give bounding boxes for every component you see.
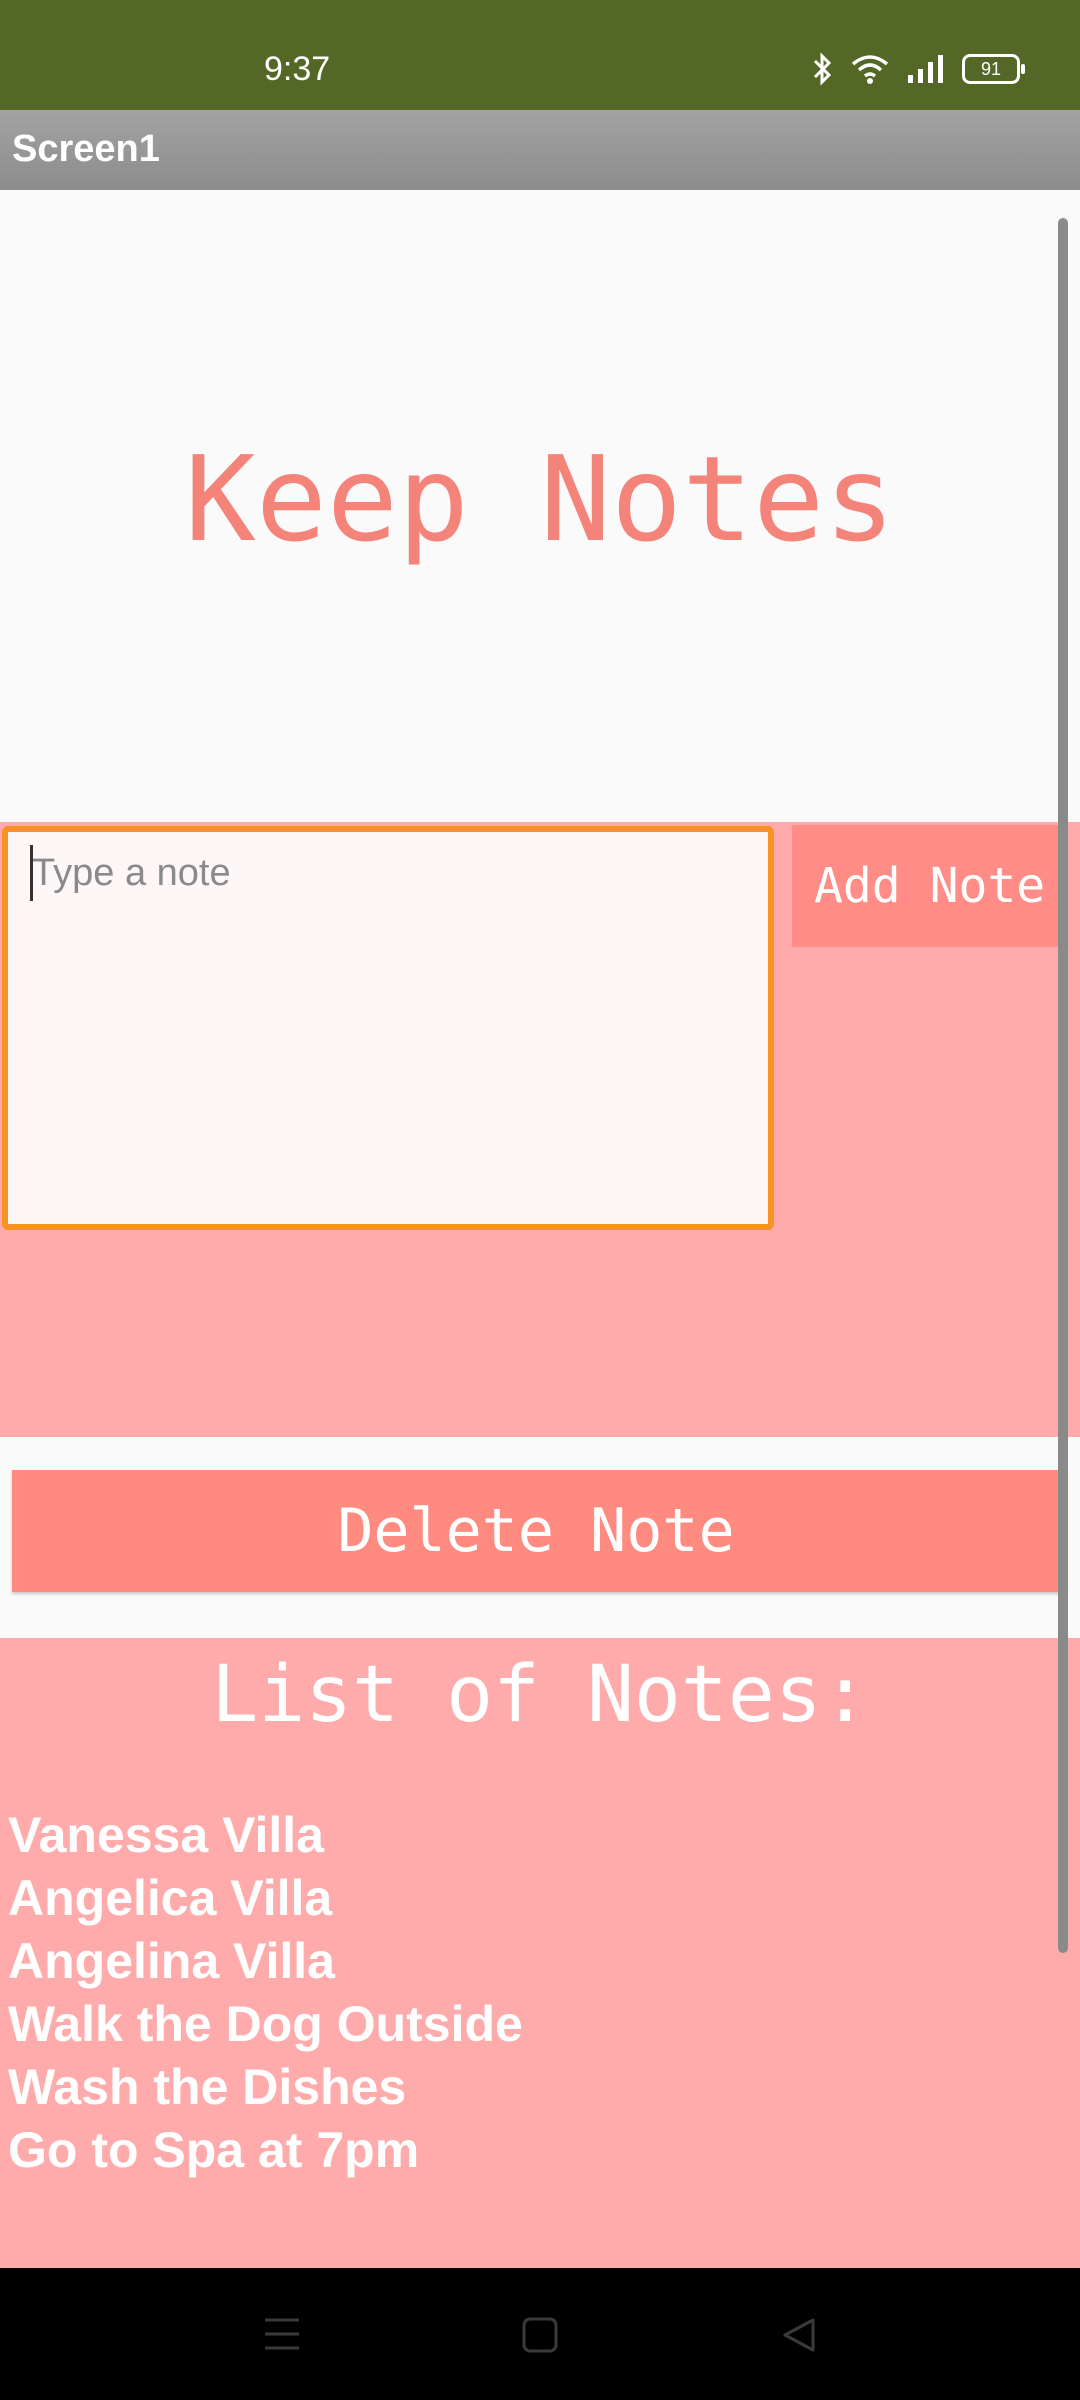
note-input[interactable] [2,826,774,1230]
add-note-button[interactable]: Add Note [792,825,1060,947]
status-bar: 9:37 91 [0,0,1080,110]
list-item[interactable]: Walk the Dog Outside [8,1993,523,2056]
battery-level: 91 [980,58,1002,79]
list-item[interactable]: Go to Spa at 7pm [8,2119,523,2182]
home-icon[interactable] [521,2316,559,2354]
wifi-icon [851,55,889,84]
status-time: 9:37 [264,50,331,88]
delete-note-button[interactable]: Delete Note [12,1470,1060,1592]
menu-icon[interactable] [262,2316,302,2352]
screen-title: Screen1 [12,128,160,170]
battery-icon: 91 [962,54,1025,84]
scrollbar[interactable] [1058,218,1068,1953]
list-item[interactable]: Angelina Villa [8,1930,523,1993]
status-icons: 91 [810,52,1025,86]
list-item[interactable]: Vanessa Villa [8,1804,523,1867]
title-bar: Screen1 [0,110,1080,190]
text-cursor [30,845,33,901]
notes-list: Vanessa Villa Angelica Villa Angelina Vi… [8,1804,523,2182]
list-item[interactable]: Wash the Dishes [8,2056,523,2119]
signal-icon [908,55,943,83]
bluetooth-icon [813,52,832,86]
navigation-bar [0,2268,1080,2400]
page-title: Keep Notes [184,430,896,568]
list-item[interactable]: Angelica Villa [8,1867,523,1930]
notes-list-title: List of Notes: [211,1650,869,1740]
back-icon[interactable] [780,2316,818,2354]
